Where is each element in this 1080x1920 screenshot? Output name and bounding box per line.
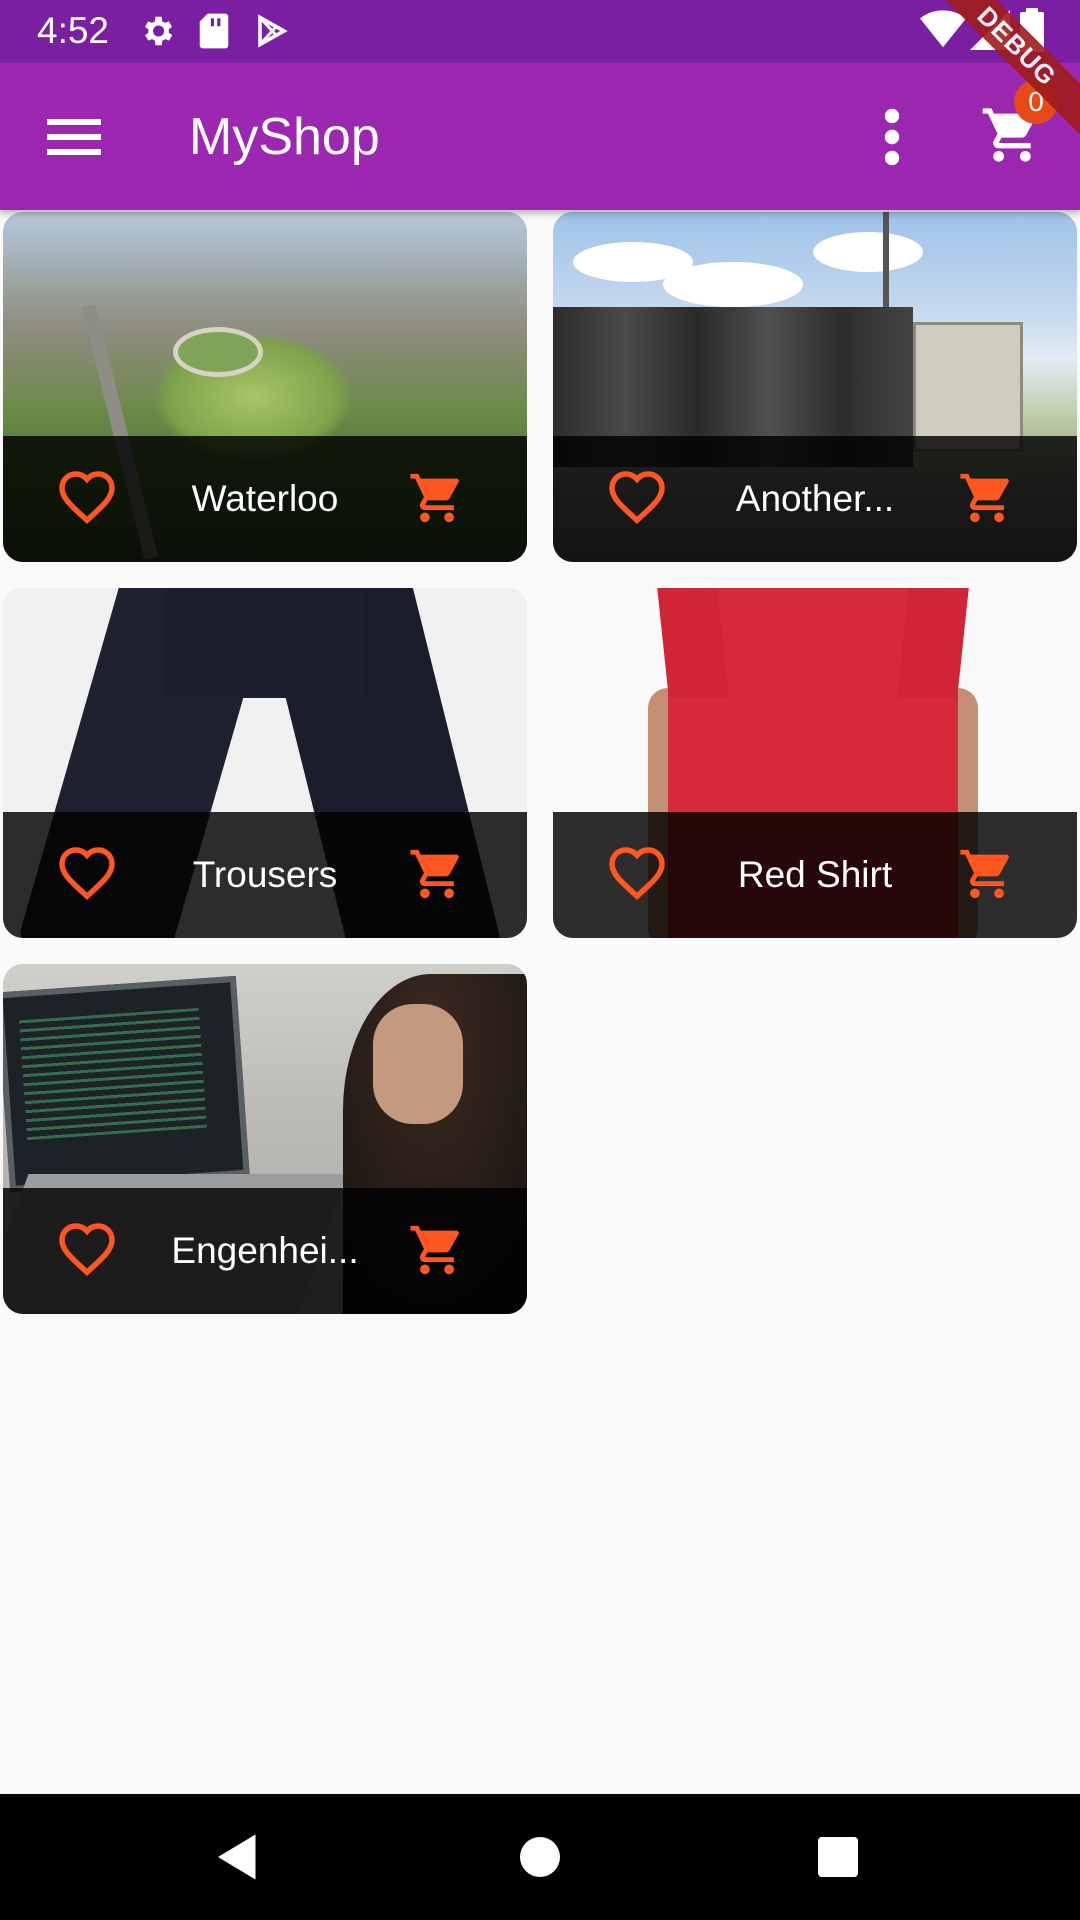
wifi-icon xyxy=(920,10,966,55)
add-to-cart-icon[interactable] xyxy=(408,1221,472,1281)
product-tile[interactable]: Waterloo xyxy=(3,212,527,562)
phone-screen: 4:52 MyShop 0 DEBUG Waterloo Another... … xyxy=(0,0,1080,1920)
product-title: Waterloo xyxy=(191,478,339,519)
settings-icon xyxy=(138,12,176,55)
product-title: Another... xyxy=(735,478,895,519)
product-title: Trousers xyxy=(192,854,338,895)
product-tile-footer: Engenhei... xyxy=(3,1188,527,1314)
add-to-cart-icon[interactable] xyxy=(958,845,1022,905)
system-nav-bar xyxy=(0,1794,1080,1920)
product-tile-footer: Trousers xyxy=(3,812,527,938)
play-store-icon xyxy=(254,12,290,55)
add-to-cart-icon[interactable] xyxy=(408,469,472,529)
favorite-heart-icon[interactable] xyxy=(607,469,671,529)
favorite-heart-icon[interactable] xyxy=(57,469,121,529)
product-title: Red Shirt xyxy=(737,854,893,895)
status-bar: 4:52 xyxy=(0,0,1080,63)
favorite-heart-icon[interactable] xyxy=(607,845,671,905)
app-title: MyShop xyxy=(189,108,380,166)
product-tile[interactable]: Another... xyxy=(553,212,1077,562)
app-bar: MyShop xyxy=(0,63,1080,210)
home-icon[interactable] xyxy=(510,1827,570,1887)
menu-icon[interactable] xyxy=(38,101,110,173)
recents-icon[interactable] xyxy=(808,1827,868,1887)
product-tile-footer: Another... xyxy=(553,436,1077,562)
status-time: 4:52 xyxy=(37,10,110,51)
favorite-heart-icon[interactable] xyxy=(57,1221,121,1281)
favorite-heart-icon[interactable] xyxy=(57,845,121,905)
product-tile-footer: Waterloo xyxy=(3,436,527,562)
add-to-cart-icon[interactable] xyxy=(958,469,1022,529)
product-tile[interactable]: Engenhei... xyxy=(3,964,527,1314)
add-to-cart-icon[interactable] xyxy=(408,845,472,905)
sd-card-icon xyxy=(198,12,230,55)
product-tile[interactable]: Trousers xyxy=(3,588,527,938)
product-tile[interactable]: Red Shirt xyxy=(553,588,1077,938)
more-vert-icon[interactable] xyxy=(868,101,916,173)
product-title: Engenhei... xyxy=(171,1230,359,1271)
product-tile-footer: Red Shirt xyxy=(553,812,1077,938)
back-icon[interactable] xyxy=(208,1827,268,1887)
